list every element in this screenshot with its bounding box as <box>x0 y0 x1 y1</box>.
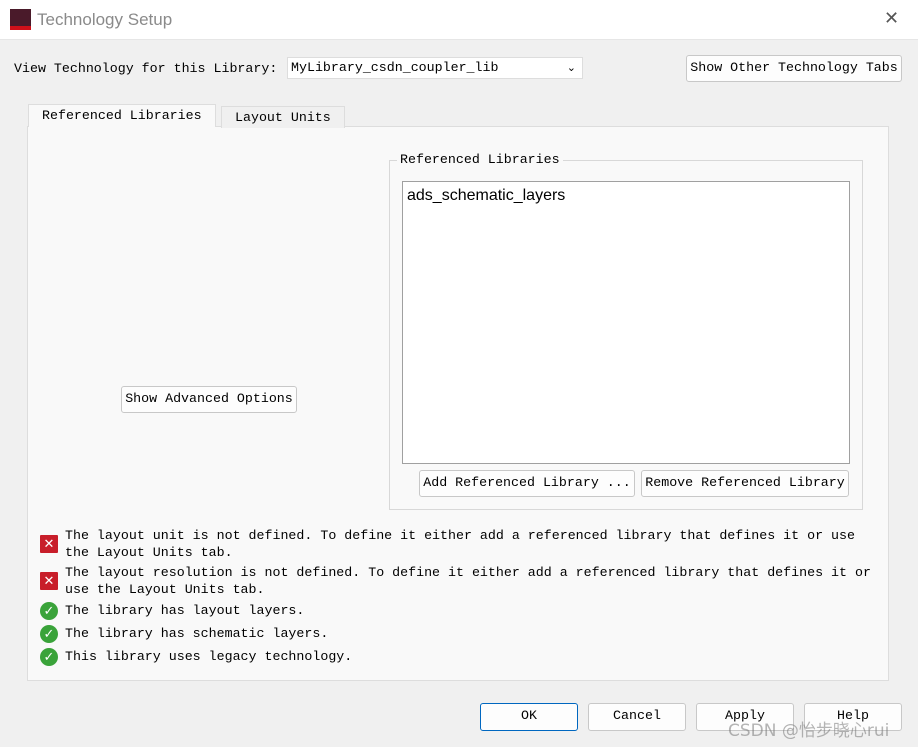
message-text: The library has schematic layers. <box>65 626 329 641</box>
add-referenced-library-button[interactable]: Add Referenced Library ... <box>419 470 635 497</box>
show-advanced-options-button[interactable]: Show Advanced Options <box>121 386 297 413</box>
check-icon: ✓ <box>40 602 58 620</box>
tab-layout-units[interactable]: Layout Units <box>221 106 345 128</box>
message-row: ✕ The layout resolution is not defined. … <box>40 564 880 598</box>
message-text: the Layout Units tab. <box>65 545 233 560</box>
referenced-libraries-list[interactable]: ads_schematic_layers <box>402 181 850 464</box>
window-title: Technology Setup <box>37 10 173 29</box>
message-row: ✓ The library has schematic layers. <box>40 625 880 643</box>
tab-referenced-libraries[interactable]: Referenced Libraries <box>28 104 216 127</box>
message-text: The library has layout layers. <box>65 603 305 618</box>
library-label: View Technology for this Library: <box>14 61 278 76</box>
message-row: ✓ The library has layout layers. <box>40 602 880 620</box>
app-logo-icon <box>10 9 31 30</box>
list-item[interactable]: ads_schematic_layers <box>407 187 565 205</box>
message-row: ✓ This library uses legacy technology. <box>40 648 880 666</box>
check-icon: ✓ <box>40 648 58 666</box>
library-select[interactable]: MyLibrary_csdn_coupler_lib ⌄ <box>287 57 583 79</box>
group-title: Referenced Libraries <box>397 152 563 167</box>
error-icon: ✕ <box>40 572 58 590</box>
check-icon: ✓ <box>40 625 58 643</box>
message-text: The layout unit is not defined. To defin… <box>65 528 855 543</box>
watermark: CSDN @怡步晓心rui <box>728 721 890 741</box>
message-text: The layout resolution is not defined. To… <box>65 565 871 580</box>
message-text: use the Layout Units tab. <box>65 582 265 597</box>
library-select-value: MyLibrary_csdn_coupler_lib <box>291 60 499 75</box>
close-icon[interactable]: ✕ <box>884 8 899 29</box>
error-icon: ✕ <box>40 535 58 553</box>
chevron-down-icon: ⌄ <box>566 61 576 74</box>
show-other-tabs-button[interactable]: Show Other Technology Tabs <box>686 55 902 82</box>
message-row: ✕ The layout unit is not defined. To def… <box>40 527 880 561</box>
cancel-button[interactable]: Cancel <box>588 703 686 731</box>
ok-button[interactable]: OK <box>480 703 578 731</box>
remove-referenced-library-button[interactable]: Remove Referenced Library <box>641 470 849 497</box>
message-text: This library uses legacy technology. <box>65 649 353 664</box>
